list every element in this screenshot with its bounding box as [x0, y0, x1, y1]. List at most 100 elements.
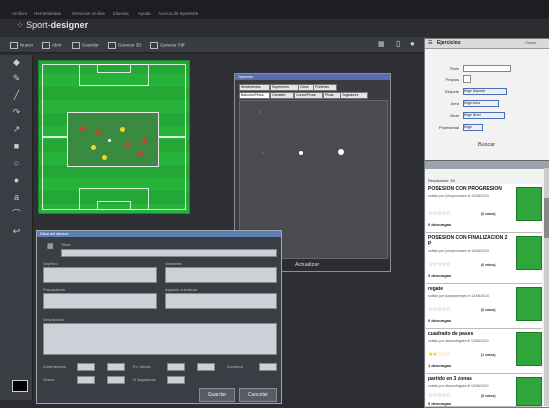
training-zone[interactable] — [67, 112, 159, 167]
dimension-width-stepper[interactable] — [77, 363, 95, 371]
update-button[interactable]: Actualizar — [295, 262, 319, 268]
rectangle-filled-icon[interactable]: ■ — [12, 142, 21, 151]
hide-panel-button[interactable]: Ocultar — [525, 41, 536, 45]
card-author: subido por johnpromares el 10/06/2010 — [428, 194, 489, 198]
hook-icon[interactable]: ↩ — [12, 227, 21, 236]
rating-stars-icon[interactable]: ☆☆☆☆☆ — [428, 392, 451, 399]
rating-stars-icon[interactable]: ☆☆☆☆☆ — [428, 306, 451, 313]
duracion-stepper[interactable] — [259, 363, 277, 371]
item-small-red[interactable] — [262, 152, 264, 154]
ball[interactable] — [108, 139, 111, 142]
variantes-input[interactable] — [165, 267, 277, 283]
aspecto-input[interactable] — [165, 293, 277, 309]
series-rest-stepper[interactable] — [107, 376, 125, 384]
player-yellow[interactable] — [91, 145, 96, 150]
deporte-select[interactable]: Elige Deporte — [463, 88, 507, 95]
scroll-thumb[interactable] — [544, 198, 549, 238]
arc-icon[interactable]: ⌒ — [12, 210, 21, 219]
descripcion-input[interactable] — [43, 323, 277, 355]
profesional-select[interactable]: Elige — [463, 124, 483, 131]
area-select[interactable]: Elige Area — [463, 100, 499, 107]
exercise-card[interactable]: cuadrado de pases subido por diasrodrigu… — [426, 329, 542, 374]
tab-caracter[interactable]: Caracter. — [270, 92, 294, 99]
menu-servicios[interactable]: Servicios on-line — [72, 11, 105, 16]
card-thumbnail[interactable] — [516, 236, 542, 270]
tab-conos-picas[interactable]: Conos/Picas — [294, 92, 323, 99]
generate-3d-label: Generar 3D — [118, 42, 142, 48]
card-thumbnail[interactable] — [516, 187, 542, 221]
circle-outline-icon[interactable]: ○ — [12, 159, 21, 168]
new-button[interactable]: Nuevo — [10, 42, 33, 49]
tab-picas[interactable]: Picas — [323, 92, 341, 99]
fc-media-max-stepper[interactable] — [197, 363, 215, 371]
grid-icon[interactable]: ▦ — [378, 40, 385, 48]
tab-movimientos[interactable]: Movimientos — [239, 84, 270, 91]
guardar-button[interactable]: Guardar — [199, 388, 235, 402]
pencil-icon[interactable]: ✎ — [12, 74, 21, 83]
rating-stars-icon[interactable]: ☆☆☆☆☆ — [428, 261, 451, 268]
tab-balones-petos[interactable]: Balones/Petos — [239, 92, 270, 99]
ball-large-icon[interactable] — [338, 149, 344, 155]
new-label: Nuevo — [20, 42, 34, 48]
save-button[interactable]: Guardar — [72, 42, 99, 49]
curve-icon[interactable]: ↷ — [12, 108, 21, 117]
card-thumbnail[interactable] — [516, 377, 542, 406]
player-red[interactable] — [138, 151, 143, 156]
line-icon[interactable]: ╱ — [12, 91, 21, 100]
generate-pdf-button[interactable]: Generar Pdf — [150, 42, 185, 49]
card-thumbnail[interactable] — [516, 287, 542, 321]
exercise-card[interactable]: POSESION CON FINALIZACION 2 P subido por… — [426, 233, 542, 284]
exercise-card[interactable]: POSESION CON PROGRESION subido por johnp… — [426, 184, 542, 233]
player-red[interactable] — [125, 142, 130, 147]
propios-checkbox[interactable] — [463, 75, 471, 83]
arrow-line-icon[interactable]: ↗ — [12, 125, 21, 134]
rating-stars-icon[interactable]: ☆☆☆☆☆ — [428, 210, 451, 217]
series-stepper[interactable] — [77, 376, 95, 384]
player-yellow[interactable] — [102, 155, 107, 160]
generate-3d-button[interactable]: Generar 3D — [108, 42, 142, 49]
preparatorio-label: Preparatorio — [43, 287, 66, 292]
player-red[interactable] — [80, 126, 85, 131]
search-button[interactable]: Buscar — [478, 142, 495, 148]
menu-archivo[interactable]: Archivo — [12, 11, 27, 16]
preparatorio-input[interactable] — [43, 293, 157, 309]
player-yellow[interactable] — [120, 127, 125, 132]
card-downloads: 0 descargas — [428, 401, 452, 406]
player-red[interactable] — [96, 130, 101, 135]
dimension-height-stepper[interactable] — [107, 363, 125, 371]
nivel-label: Nivel — [450, 113, 459, 118]
tab-porterias[interactable]: Porterias — [313, 84, 337, 91]
circle-filled-icon[interactable]: ● — [12, 176, 21, 185]
objetivo-input[interactable] — [43, 267, 157, 283]
card-thumbnail[interactable] — [516, 332, 542, 366]
ball-small-icon[interactable] — [299, 151, 303, 155]
menu-acerca[interactable]: Acerca de SportsDe — [158, 11, 198, 16]
exercise-card[interactable]: regate subido por juanjosereyes el 13/06… — [426, 284, 542, 329]
fc-media-stepper[interactable] — [167, 363, 185, 371]
menu-herramientas[interactable]: Herramientas — [34, 11, 61, 16]
nivel-select[interactable]: Elige Nivel — [463, 112, 505, 119]
tab-superiores[interactable]: Superiores — [270, 84, 299, 91]
exercise-card[interactable]: partido en 3 zonas subido por diasrodrig… — [426, 374, 542, 407]
bottom-goal-area — [97, 201, 131, 210]
menu-idiomas[interactable]: Idiomas — [113, 11, 129, 16]
titulo-input[interactable] — [463, 65, 511, 72]
color-swatch[interactable] — [12, 380, 28, 392]
generate-pdf-label: Generar Pdf — [160, 42, 185, 48]
item-tiny-red[interactable] — [259, 111, 261, 113]
tab-jugadores[interactable]: Jugadores — [340, 92, 368, 99]
results-scrollbar[interactable] — [544, 168, 549, 406]
titulo-input[interactable] — [61, 249, 277, 257]
player-red[interactable] — [142, 138, 147, 143]
open-button[interactable]: Abrir — [42, 42, 62, 49]
mobile-icon[interactable]: ▯ — [396, 39, 400, 48]
circle-icon[interactable]: ● — [410, 39, 415, 48]
menu-ayuda[interactable]: Ayuda — [138, 11, 151, 16]
n-jugadores-stepper[interactable] — [167, 376, 185, 384]
fill-icon[interactable]: ◆ — [12, 58, 21, 67]
card-votes: (0 votos) — [481, 394, 496, 398]
text-icon[interactable]: a — [12, 193, 21, 202]
rating-stars-icon[interactable]: ★★☆☆☆ — [428, 351, 451, 358]
cancelar-button[interactable]: Cancelar — [239, 388, 277, 402]
tab-otros[interactable]: Otros — [298, 84, 314, 91]
